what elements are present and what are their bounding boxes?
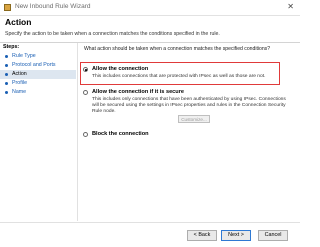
option-allow-secure-label: Allow the connection if it is secure: [92, 89, 185, 95]
step-bullet-icon: [5, 82, 8, 85]
step-bullet-icon: [5, 73, 8, 76]
firewall-app-icon: [4, 4, 11, 11]
customize-button[interactable]: Customize...: [178, 115, 210, 123]
cancel-button[interactable]: Cancel: [258, 230, 288, 241]
radio-allow[interactable]: [83, 67, 88, 72]
next-button[interactable]: Next >: [221, 230, 251, 241]
steps-sidebar: Steps: Rule Type Protocol and Ports Acti…: [0, 43, 76, 221]
wizard-footer: < Back Next > Cancel: [0, 222, 300, 247]
radio-block[interactable]: [83, 132, 88, 137]
main-panel: What action should be taken when a conne…: [77, 43, 301, 221]
step-profile[interactable]: Profile: [0, 79, 76, 88]
radio-allow-secure[interactable]: [83, 90, 88, 95]
step-label: Name: [12, 89, 27, 95]
option-allow-label: Allow the connection: [92, 66, 149, 72]
close-button[interactable]: ✕: [287, 2, 294, 12]
page-title: Action: [5, 17, 32, 27]
wizard-header: Action Specify the action to be taken wh…: [0, 16, 300, 43]
step-label: Protocol and Ports: [12, 62, 56, 68]
window-title: New Inbound Rule Wizard: [15, 3, 91, 10]
step-rule-type[interactable]: Rule Type: [0, 52, 76, 61]
step-bullet-icon: [5, 64, 8, 67]
steps-list: Rule Type Protocol and Ports Action Prof…: [0, 52, 76, 97]
step-name[interactable]: Name: [0, 88, 76, 97]
action-question: What action should be taken when a conne…: [84, 46, 271, 52]
steps-label: Steps:: [3, 44, 20, 50]
step-bullet-icon: [5, 91, 8, 94]
option-allow-description: This includes connections that are prote…: [92, 74, 266, 79]
option-block-label: Block the connection: [92, 131, 149, 137]
step-action[interactable]: Action: [0, 70, 76, 79]
step-protocol-and-ports[interactable]: Protocol and Ports: [0, 61, 76, 70]
page-description: Specify the action to be taken when a co…: [5, 31, 220, 37]
back-button[interactable]: < Back: [187, 230, 217, 241]
step-label: Rule Type: [12, 53, 36, 59]
title-bar: New Inbound Rule Wizard ✕: [0, 0, 300, 16]
step-bullet-icon: [5, 55, 8, 58]
step-label: Profile: [12, 80, 28, 86]
option-allow-secure-description: This includes only connections that have…: [92, 97, 286, 115]
step-label: Action: [12, 71, 27, 77]
